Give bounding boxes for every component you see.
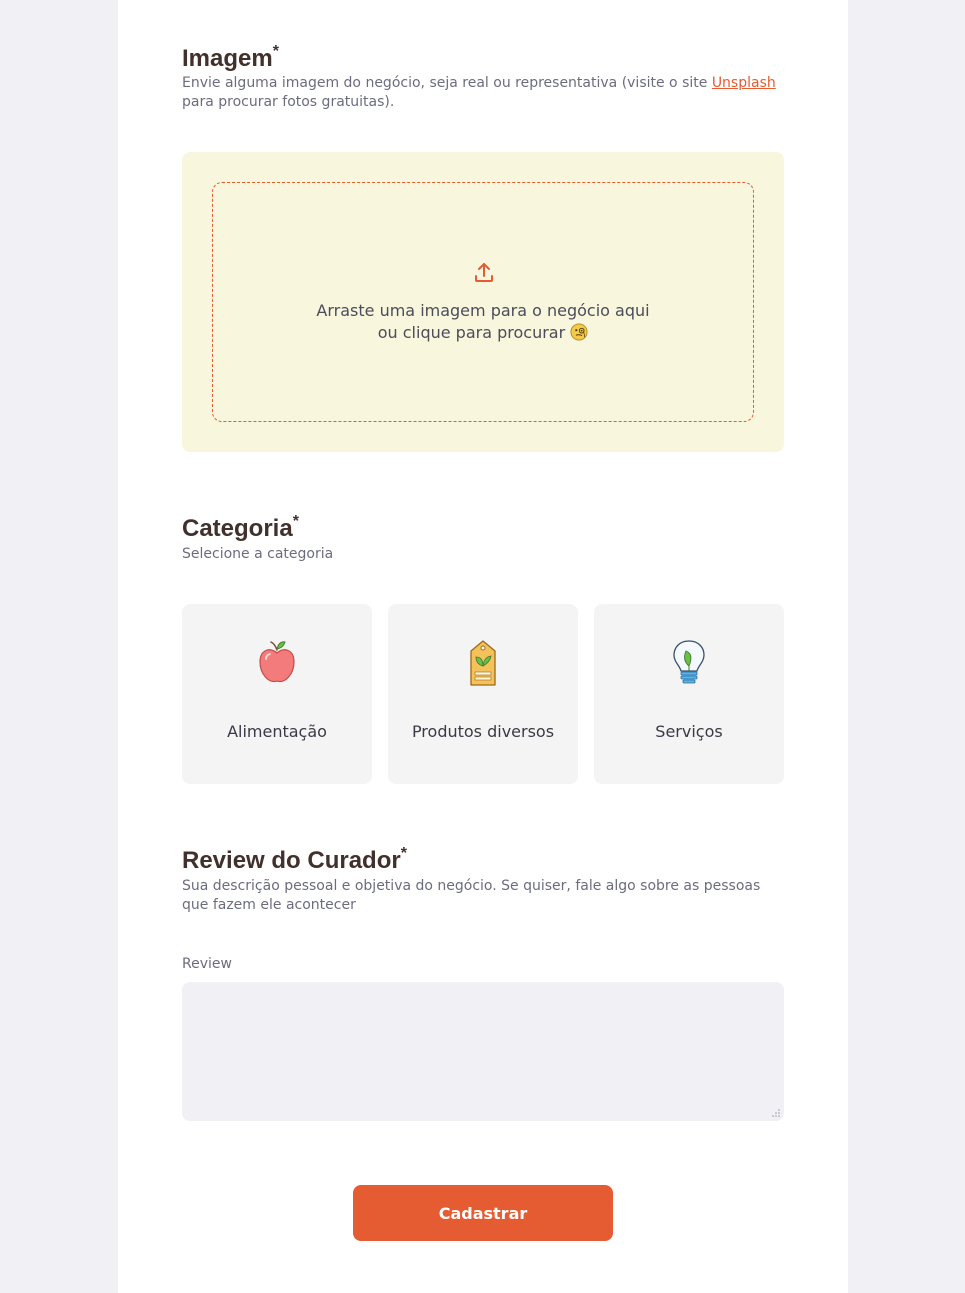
form-card: Imagem* Envie alguma imagem do negócio, … bbox=[118, 0, 848, 1293]
review-field-label: Review bbox=[182, 956, 232, 972]
category-title-text: Categoria bbox=[182, 515, 293, 542]
category-label: Alimentação bbox=[227, 722, 327, 741]
dropzone-dashed-border: Arraste uma imagem para o negócio aqui o… bbox=[212, 182, 754, 422]
category-section-title: Categoria* bbox=[182, 513, 299, 543]
required-mark: * bbox=[400, 845, 407, 862]
image-section-title: Imagem* bbox=[182, 43, 279, 73]
image-title-text: Imagem bbox=[182, 45, 273, 72]
upload-icon bbox=[475, 263, 493, 282]
image-section-description: Envie alguma imagem do negócio, seja rea… bbox=[182, 74, 782, 112]
review-section-description: Sua descrição pessoal e objetiva do negó… bbox=[182, 878, 761, 913]
unsplash-link[interactable]: Unsplash bbox=[712, 75, 776, 91]
dropzone-text-line2: ou clique para procurar bbox=[213, 323, 753, 342]
dropzone-text-line1: Arraste uma imagem para o negócio aqui bbox=[316, 301, 650, 320]
monocle-face-icon bbox=[570, 323, 588, 341]
review-section-title: Review do Curador* bbox=[182, 845, 407, 875]
category-card-alimentacao[interactable]: Alimentação bbox=[182, 604, 372, 784]
review-title-text: Review do Curador bbox=[182, 847, 401, 874]
required-mark: * bbox=[272, 43, 279, 60]
category-card-servicos[interactable]: Serviços bbox=[594, 604, 784, 784]
category-label: Serviços bbox=[655, 722, 723, 741]
image-desc-text-end: para procurar fotos gratuitas). bbox=[182, 94, 395, 110]
tag-icon bbox=[470, 640, 496, 686]
cadastrar-button[interactable]: Cadastrar bbox=[353, 1185, 613, 1241]
category-label: Produtos diversos bbox=[411, 722, 555, 741]
dropzone-line2-text: ou clique para procurar bbox=[377, 323, 566, 342]
required-mark: * bbox=[292, 513, 299, 530]
lightbulb-icon bbox=[673, 640, 705, 684]
apple-icon bbox=[259, 641, 295, 683]
category-card-produtos-diversos[interactable]: Produtos diversos bbox=[388, 604, 578, 784]
image-dropzone[interactable]: Arraste uma imagem para o negócio aqui o… bbox=[182, 152, 784, 452]
image-desc-text: Envie alguma imagem do negócio, seja rea… bbox=[182, 75, 712, 91]
category-section-description: Selecione a categoria bbox=[182, 546, 334, 562]
review-textarea[interactable] bbox=[182, 982, 784, 1121]
resize-grip-icon[interactable] bbox=[771, 1108, 780, 1117]
